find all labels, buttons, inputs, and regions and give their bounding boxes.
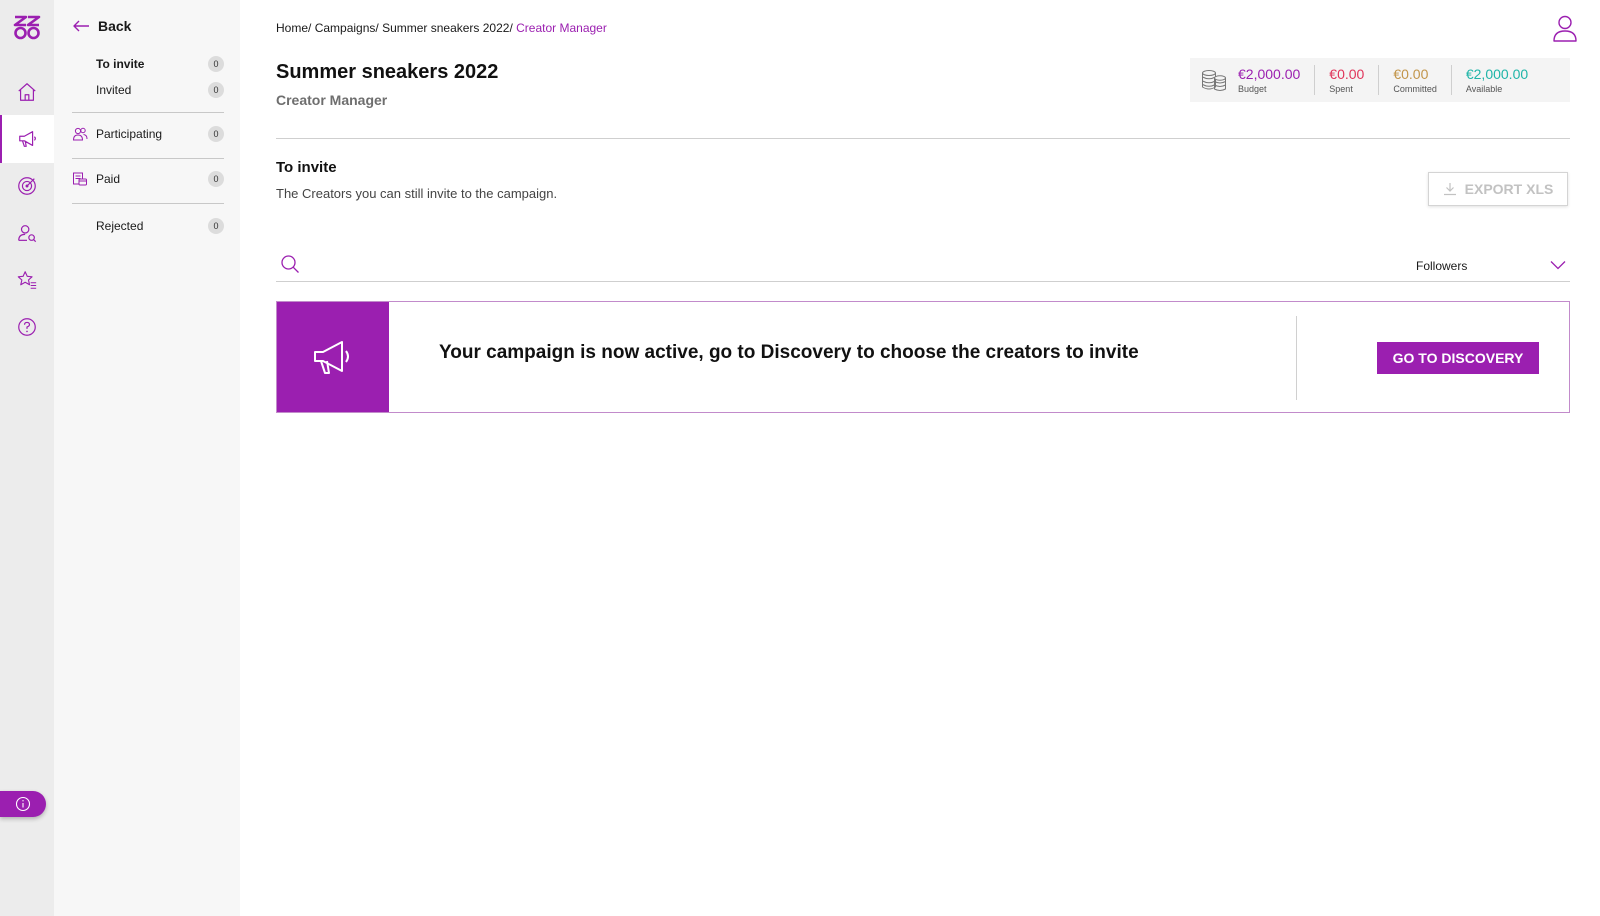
- count-badge: 0: [208, 126, 224, 142]
- spent-label: Spent: [1329, 84, 1353, 94]
- breadcrumb-campaigns[interactable]: Campaigns/: [315, 21, 379, 35]
- breadcrumb-current: Creator Manager: [516, 21, 607, 35]
- available-label: Available: [1465, 84, 1503, 94]
- info-icon: [15, 796, 31, 812]
- count-badge: 0: [208, 171, 224, 187]
- sidebar-divider: [72, 158, 224, 159]
- megaphone-icon: [19, 131, 36, 147]
- page-title: Summer sneakers 2022: [276, 61, 499, 83]
- count-badge: 0: [208, 56, 224, 72]
- rail-item-targets[interactable]: [0, 162, 54, 210]
- rail-item-home[interactable]: [0, 68, 54, 116]
- info-button[interactable]: [0, 791, 46, 817]
- budget-cell: €2,000.00 Budget: [1238, 65, 1314, 95]
- search-icon: [281, 255, 299, 273]
- sidebar-item-invited[interactable]: Invited 0: [72, 80, 224, 100]
- chevron-down-icon: [1550, 261, 1566, 270]
- sidebar-item-participating[interactable]: Participating 0: [72, 124, 224, 144]
- coins-icon: [1202, 70, 1226, 91]
- sort-select[interactable]: Followers: [1406, 250, 1570, 282]
- budget-label: Budget: [1238, 84, 1267, 94]
- sidebar-divider: [72, 112, 224, 113]
- sidebar-item-label: To invite: [96, 57, 145, 71]
- spent-value: €0.00: [1329, 66, 1365, 82]
- breadcrumb-campaign[interactable]: Summer sneakers 2022/: [382, 21, 513, 35]
- go-to-discovery-button[interactable]: GO TO DISCOVERY: [1377, 342, 1539, 374]
- arrow-left-icon: [73, 20, 89, 32]
- export-label: EXPORT XLS: [1464, 181, 1554, 197]
- banner-message: Your campaign is now active, go to Disco…: [439, 342, 1139, 363]
- committed-label: Committed: [1393, 84, 1437, 94]
- search-input[interactable]: [310, 252, 1360, 278]
- rail-item-discovery[interactable]: [0, 209, 54, 257]
- sidebar-item-to-invite[interactable]: To invite 0: [72, 54, 224, 74]
- page-subtitle: Creator Manager: [276, 92, 388, 108]
- section-description: The Creators you can still invite to the…: [276, 186, 558, 201]
- sidebar-item-label: Rejected: [96, 219, 144, 233]
- count-badge: 0: [208, 82, 224, 98]
- megaphone-icon: [314, 341, 349, 374]
- creator-status-sidebar: Back To invite 0 Invited 0 Participating…: [54, 0, 240, 916]
- header-divider: [276, 138, 1570, 139]
- icon-rail: [0, 0, 54, 916]
- sidebar-item-paid[interactable]: Paid 0: [72, 169, 224, 189]
- export-xls-button[interactable]: EXPORT XLS: [1428, 172, 1568, 206]
- user-search-icon: [18, 225, 37, 243]
- users-icon: [72, 127, 88, 141]
- main-content: Home/ Campaigns/ Summer sneakers 2022/ C…: [240, 0, 1600, 916]
- sort-selected-value: Followers: [1416, 259, 1468, 273]
- search-bar: Followers: [276, 250, 1570, 282]
- user-account-icon[interactable]: [1552, 14, 1578, 42]
- sidebar-item-rejected[interactable]: Rejected 0: [72, 216, 224, 236]
- sidebar-item-label: Paid: [96, 172, 121, 186]
- available-value: €2,000.00: [1465, 66, 1529, 82]
- banner-icon-box: [277, 302, 389, 412]
- payment-icon: [73, 172, 87, 186]
- committed-cell: €0.00 Committed: [1378, 65, 1451, 95]
- rail-item-campaigns[interactable]: [0, 115, 54, 163]
- target-icon: [18, 177, 36, 195]
- home-icon: [18, 83, 36, 101]
- brand-logo[interactable]: [12, 14, 42, 40]
- breadcrumb-home[interactable]: Home/: [276, 21, 311, 35]
- sidebar-item-label: Participating: [96, 127, 163, 141]
- rail-item-help[interactable]: [0, 303, 54, 351]
- back-button[interactable]: Back: [72, 18, 131, 34]
- sidebar-item-label: Invited: [96, 83, 132, 97]
- help-icon: [18, 318, 36, 336]
- rail-item-favorites[interactable]: [0, 256, 54, 304]
- sidebar-divider: [72, 203, 224, 204]
- available-cell: €2,000.00 Available: [1450, 65, 1542, 95]
- spent-cell: €0.00 Spent: [1314, 65, 1378, 95]
- banner-divider: [1296, 316, 1297, 400]
- campaign-active-banner: Your campaign is now active, go to Disco…: [276, 301, 1570, 413]
- committed-value: €0.00: [1393, 66, 1429, 82]
- download-icon: [1443, 183, 1456, 196]
- breadcrumb: Home/ Campaigns/ Summer sneakers 2022/ C…: [276, 21, 607, 35]
- count-badge: 0: [208, 218, 224, 234]
- budget-value: €2,000.00: [1238, 66, 1301, 82]
- star-list-icon: [17, 271, 37, 289]
- budget-summary: €2,000.00 Budget €0.00 Spent €0.00 Commi…: [1190, 58, 1570, 102]
- section-title: To invite: [276, 159, 337, 176]
- back-label: Back: [98, 18, 132, 34]
